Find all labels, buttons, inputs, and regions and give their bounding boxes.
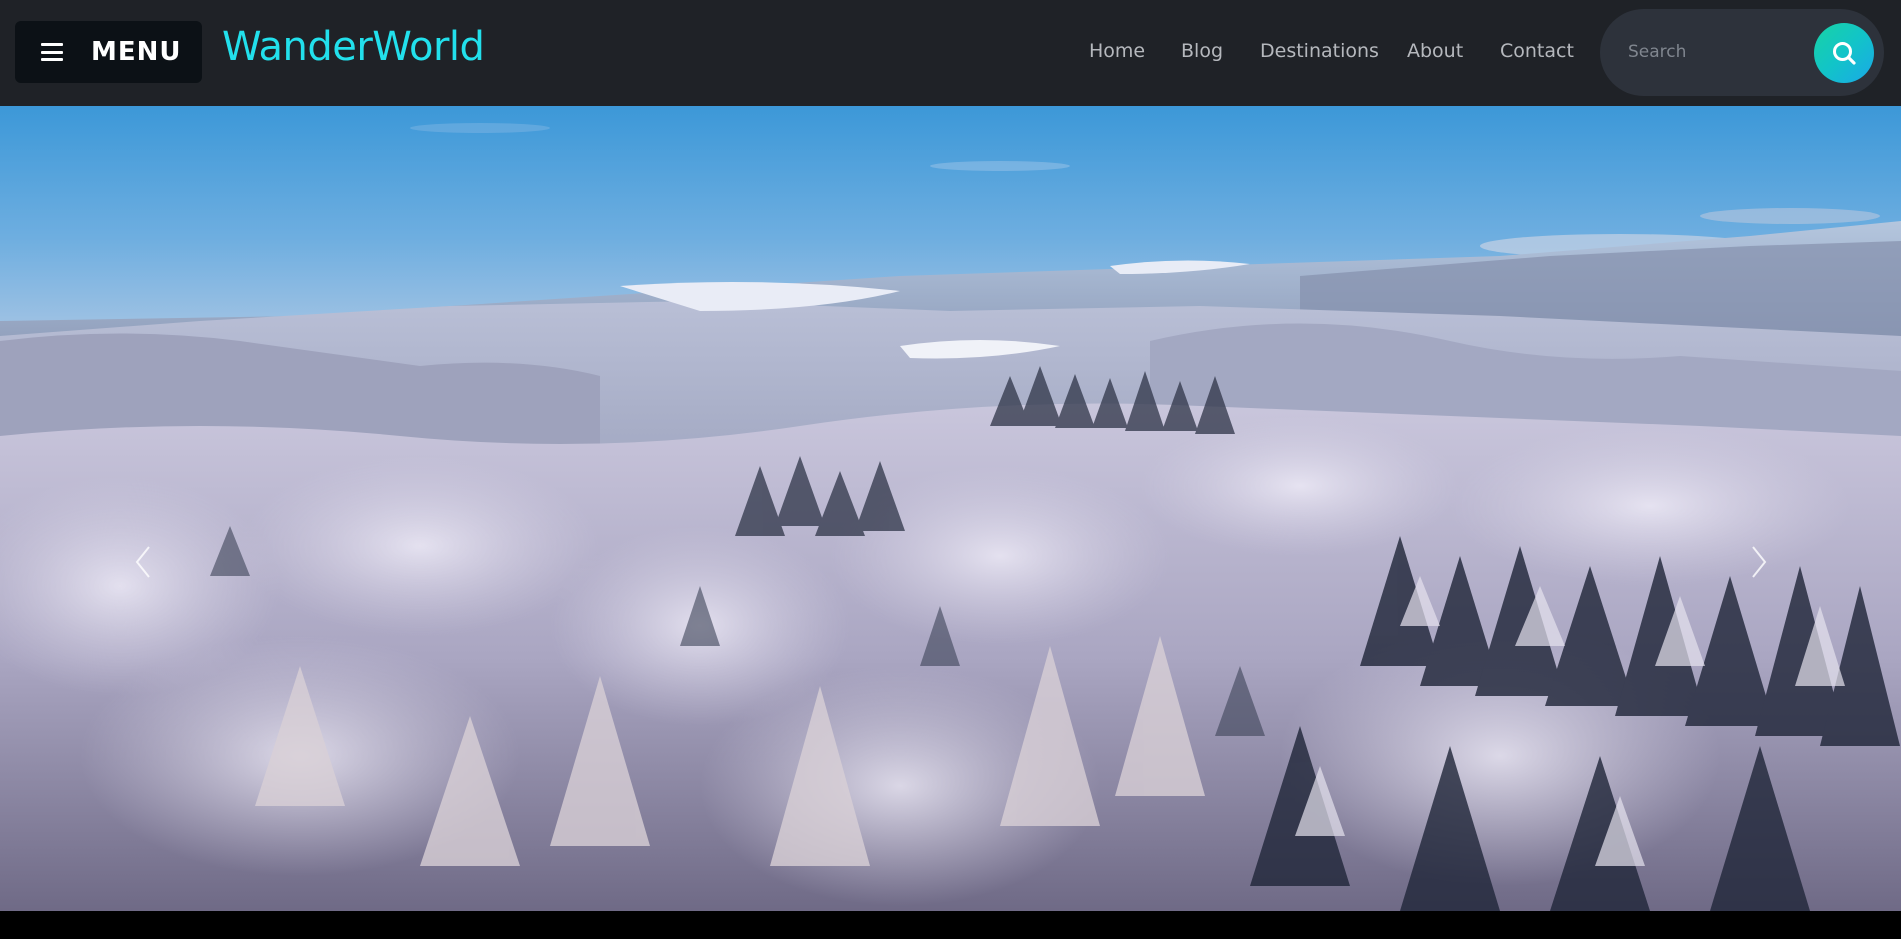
menu-button[interactable]: MENU xyxy=(15,21,202,83)
site-header: MENU WanderWorld Home Blog Destinations … xyxy=(0,0,1901,106)
carousel-next-button[interactable] xyxy=(1744,542,1774,582)
chevron-right-icon xyxy=(1752,546,1767,578)
site-logo[interactable]: WanderWorld xyxy=(222,24,485,70)
nav-link-about[interactable]: About xyxy=(1407,40,1463,62)
hamburger-icon xyxy=(41,43,63,61)
carousel-prev-button[interactable] xyxy=(128,542,158,582)
menu-label: MENU xyxy=(91,37,182,67)
nav-link-destinations[interactable]: Destinations xyxy=(1260,40,1379,62)
nav-link-home[interactable]: Home xyxy=(1089,40,1145,62)
hero-image xyxy=(0,106,1901,911)
search-input[interactable] xyxy=(1628,39,1788,65)
search-icon xyxy=(1833,42,1856,65)
nav-link-blog[interactable]: Blog xyxy=(1181,40,1223,62)
search-box xyxy=(1600,9,1884,96)
search-button[interactable] xyxy=(1814,23,1874,83)
nav-link-contact[interactable]: Contact xyxy=(1500,40,1574,62)
chevron-left-icon xyxy=(135,546,150,578)
hero-carousel xyxy=(0,106,1901,911)
page-bottom-bar xyxy=(0,911,1901,939)
